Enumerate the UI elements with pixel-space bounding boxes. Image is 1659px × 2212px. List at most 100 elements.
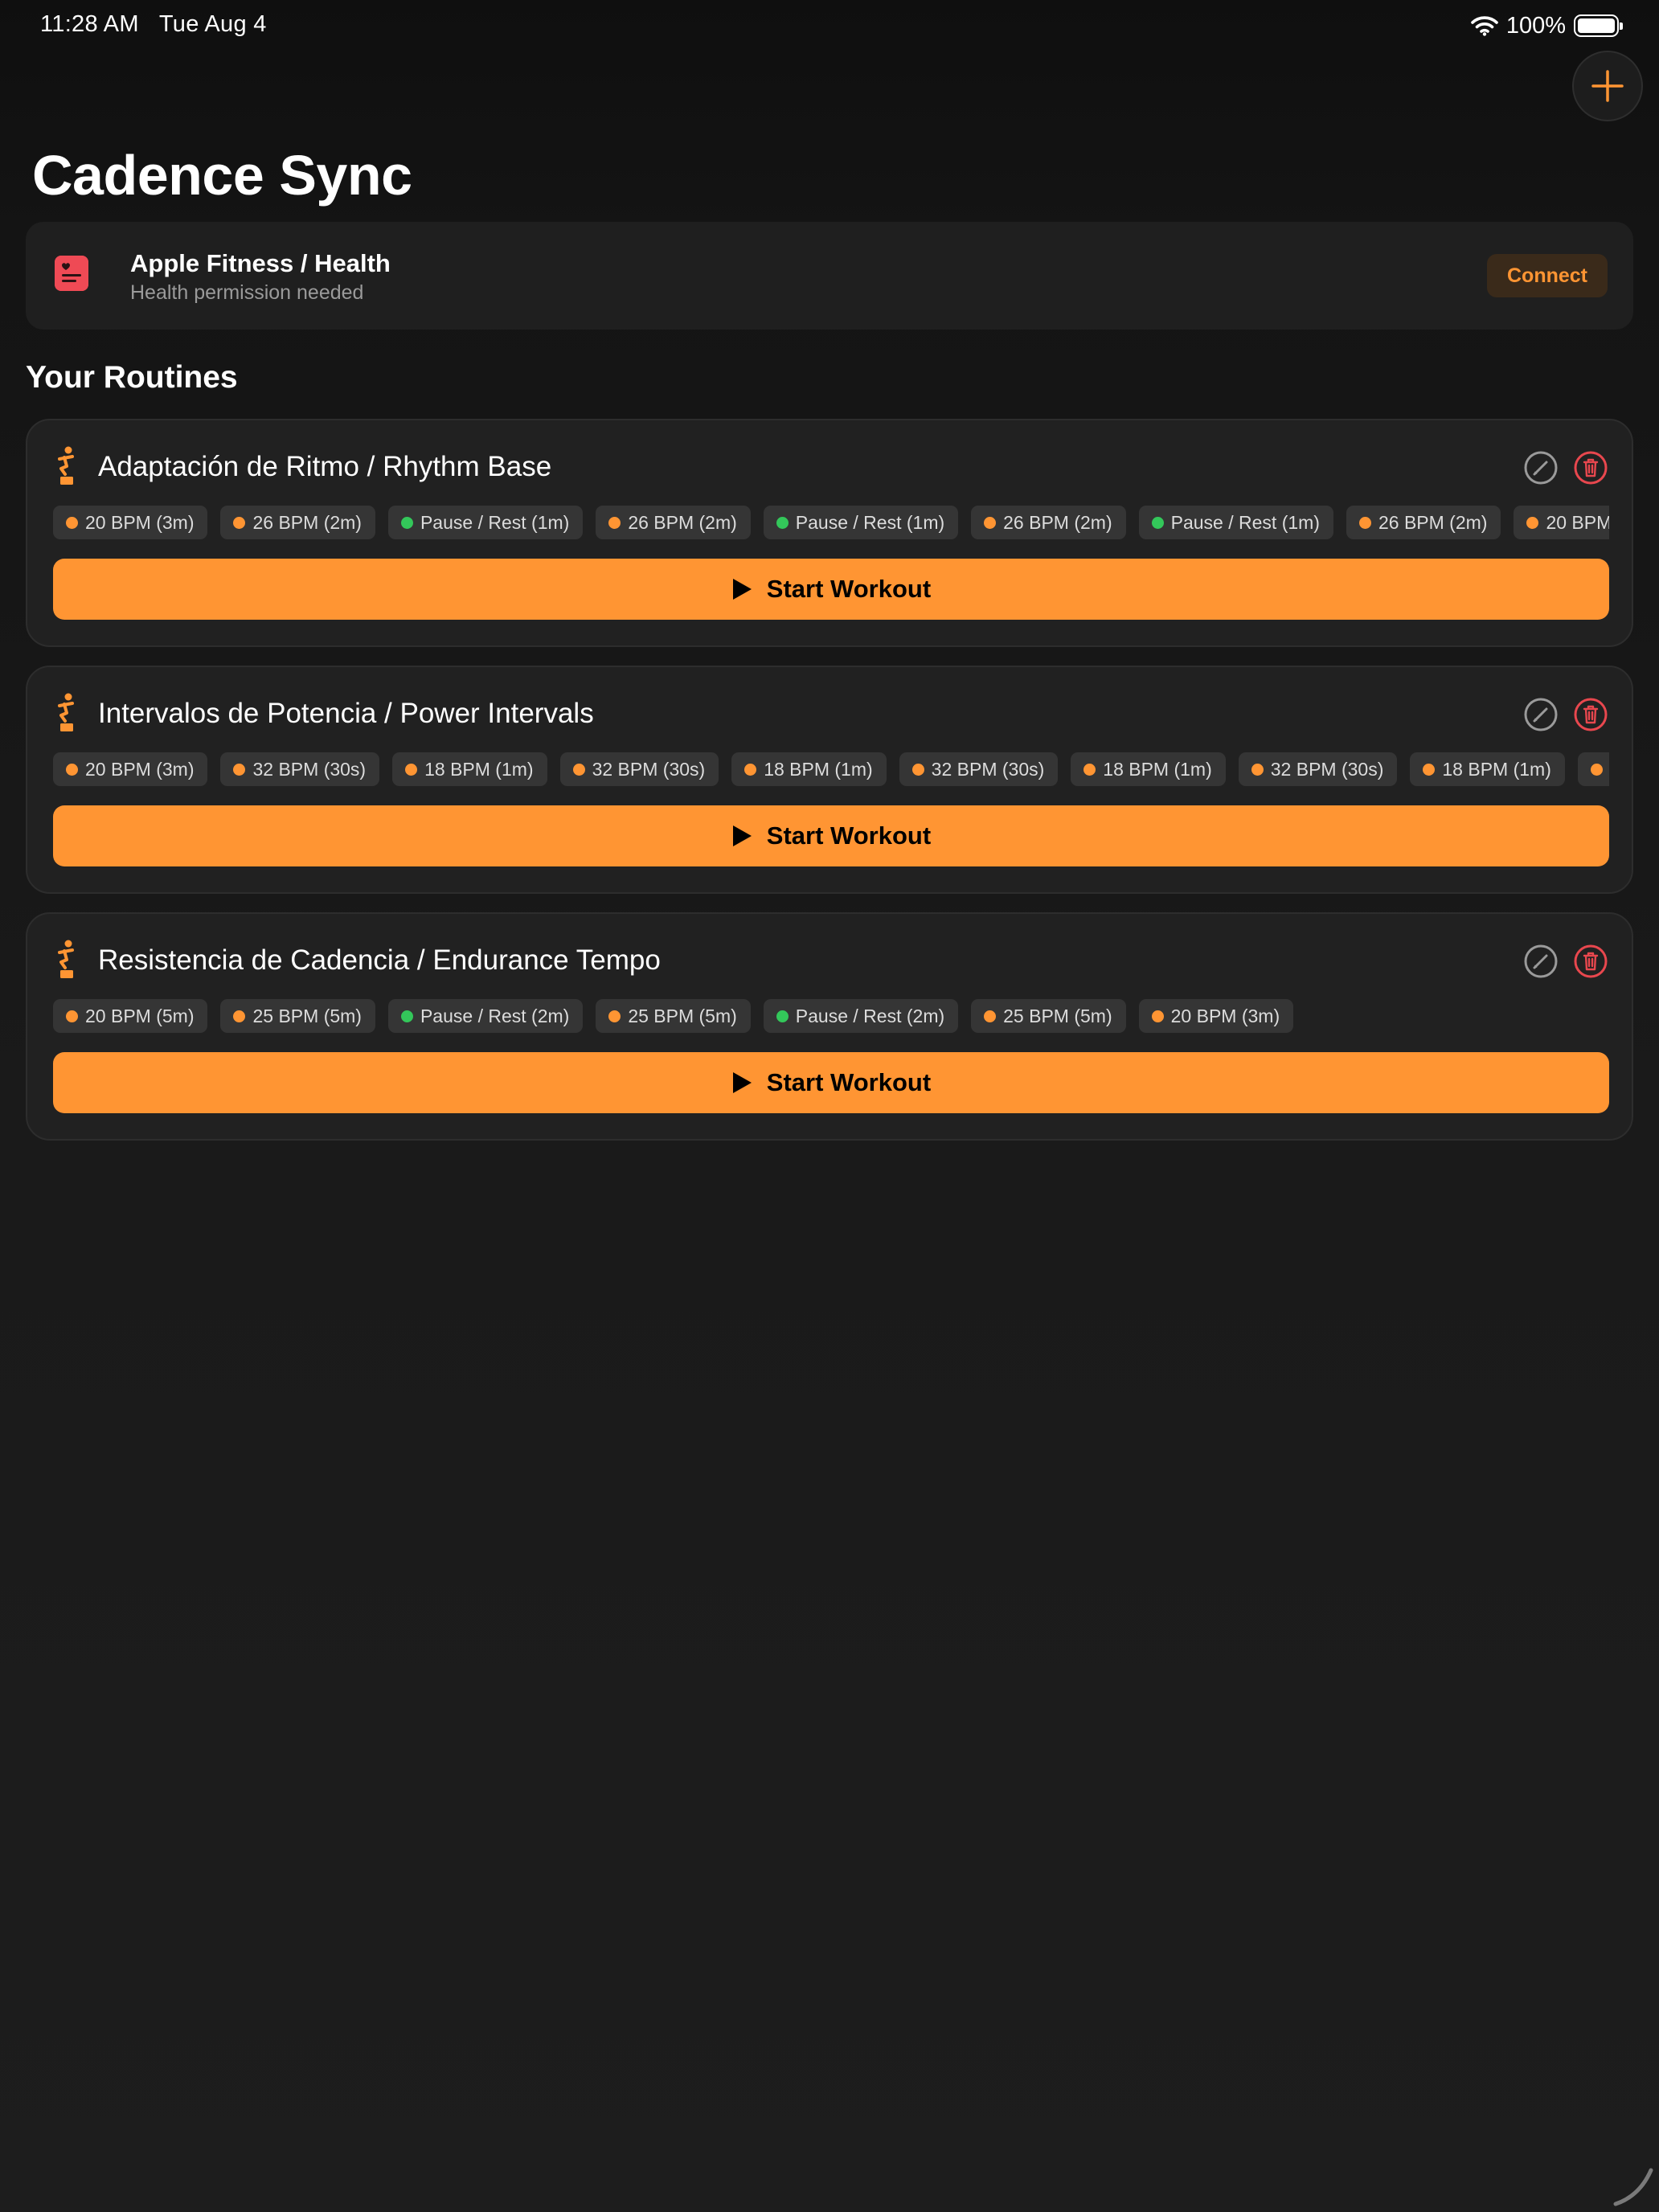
- delete-routine-button[interactable]: [1574, 698, 1608, 731]
- cadence-dot: [744, 763, 757, 776]
- step-label: 18 BPM (1m): [1103, 758, 1212, 780]
- status-date: Tue Aug 4: [158, 11, 267, 37]
- step-label: 26 BPM (2m): [1378, 511, 1488, 533]
- step-label: 25 BPM (5m): [628, 1005, 737, 1026]
- battery-icon: [1574, 14, 1623, 37]
- cadence-dot: [984, 516, 997, 529]
- routine-steps: 20 BPM (3m) 26 BPM (2m) Pause / Rest (1m…: [53, 506, 1609, 541]
- step-label: 25 BPM (5m): [252, 1005, 362, 1026]
- step-label: 32 BPM (30s): [592, 758, 706, 780]
- cadence-dot: [1083, 763, 1096, 776]
- step-chip: 20 BPM: [1514, 506, 1609, 539]
- cadence-dot: [233, 763, 246, 776]
- step-chip: 18 BPM (1m): [731, 752, 887, 786]
- delete-routine-button[interactable]: [1574, 451, 1608, 485]
- routine-steps: 20 BPM (3m) 32 BPM (30s) 18 BPM (1m) 32 …: [53, 752, 1609, 788]
- cadence-dot: [608, 516, 621, 529]
- start-workout-button[interactable]: Start Workout: [53, 559, 1609, 620]
- step-label: 26 BPM (2m): [1003, 511, 1112, 533]
- play-icon: [732, 825, 752, 846]
- stair-stepper-icon: [58, 693, 74, 731]
- rest-dot: [400, 516, 413, 529]
- wifi-icon: [1471, 16, 1498, 36]
- step-chip: 25 BPM (5m): [220, 999, 375, 1033]
- status-indicators: 100%: [1471, 11, 1623, 40]
- step-label: 26 BPM (2m): [252, 511, 362, 533]
- routine-steps: 20 BPM (5m) 25 BPM (5m) Pause / Rest (2m…: [53, 999, 1609, 1034]
- app-screen: 11:28 AM Tue Aug 4 100% Cadence Sync App…: [0, 0, 1659, 2212]
- stair-stepper-icon: [58, 940, 74, 978]
- status-time-date: 11:28 AM Tue Aug 4: [40, 11, 267, 38]
- step-chip: 32 BPM (30s): [1238, 752, 1398, 786]
- routine-name: Adaptación de Ritmo / Rhythm Base: [98, 451, 552, 482]
- cadence-dot: [572, 763, 585, 776]
- step-chip: Pause / Rest (1m): [1138, 506, 1333, 539]
- start-workout-label: Start Workout: [766, 575, 932, 603]
- rest-dot: [400, 1010, 413, 1022]
- step-chip: 18 BPM (1m): [392, 752, 547, 786]
- step-chip: 25 BPM (5m): [971, 999, 1126, 1033]
- page-title: Cadence Sync: [32, 144, 412, 207]
- cadence-dot: [608, 1010, 621, 1022]
- cadence-dot: [66, 763, 78, 776]
- play-icon: [732, 579, 752, 600]
- connect-button[interactable]: Connect: [1487, 254, 1608, 297]
- routine-card: Resistencia de Cadencia / Endurance Temp…: [26, 912, 1633, 1141]
- step-label: Pause / Rest (2m): [420, 1005, 570, 1026]
- cadence-dot: [1251, 763, 1264, 776]
- start-workout-button[interactable]: Start Workout: [53, 805, 1609, 866]
- step-chip: 20 BPM (3m): [1138, 999, 1294, 1033]
- step-chip: Pause / Rest (2m): [763, 999, 959, 1033]
- routine-card: Adaptación de Ritmo / Rhythm Base 20 BPM…: [26, 419, 1633, 647]
- cadence-dot: [1526, 516, 1539, 529]
- step-label: Pause / Rest (1m): [420, 511, 570, 533]
- step-chip: [1577, 752, 1609, 786]
- cadence-dot: [984, 1010, 997, 1022]
- step-chip: 25 BPM (5m): [596, 999, 751, 1033]
- step-chip: 32 BPM (30s): [899, 752, 1059, 786]
- health-title: Apple Fitness / Health: [130, 249, 391, 277]
- start-workout-button[interactable]: Start Workout: [53, 1052, 1609, 1113]
- step-label: 20 BPM (3m): [85, 758, 195, 780]
- step-chip: 20 BPM (3m): [53, 506, 208, 539]
- step-chip: 18 BPM (1m): [1410, 752, 1565, 786]
- step-chip: Pause / Rest (2m): [387, 999, 584, 1033]
- edit-routine-button[interactable]: [1524, 698, 1558, 731]
- routine-name: Intervalos de Potencia / Power Intervals: [98, 698, 594, 729]
- stair-stepper-icon: [58, 446, 74, 485]
- health-connection-card: Apple Fitness / Health Health permission…: [26, 222, 1633, 330]
- step-label: Pause / Rest (1m): [795, 511, 945, 533]
- cadence-dot: [1358, 516, 1371, 529]
- cadence-dot: [66, 1010, 78, 1022]
- start-workout-label: Start Workout: [766, 1068, 932, 1096]
- routine-name: Resistencia de Cadencia / Endurance Temp…: [98, 944, 661, 976]
- step-chip: 26 BPM (2m): [220, 506, 375, 539]
- step-chip: 26 BPM (2m): [1346, 506, 1501, 539]
- delete-routine-button[interactable]: [1574, 944, 1608, 978]
- step-label: 18 BPM (1m): [1442, 758, 1551, 780]
- cadence-dot: [911, 763, 924, 776]
- edit-routine-button[interactable]: [1524, 451, 1558, 485]
- routine-card: Intervalos de Potencia / Power Intervals…: [26, 666, 1633, 894]
- play-icon: [732, 1072, 752, 1093]
- section-title-routines: Your Routines: [26, 360, 238, 395]
- cadence-dot: [1590, 763, 1603, 776]
- add-routine-button[interactable]: [1572, 51, 1643, 121]
- step-label: 32 BPM (30s): [252, 758, 367, 780]
- step-label: 18 BPM (1m): [764, 758, 873, 780]
- cadence-dot: [1151, 1010, 1164, 1022]
- step-chip: Pause / Rest (1m): [387, 506, 584, 539]
- step-label: 26 BPM (2m): [628, 511, 737, 533]
- cadence-dot: [66, 516, 78, 529]
- step-chip: 18 BPM (1m): [1071, 752, 1226, 786]
- cadence-dot: [1423, 763, 1436, 776]
- start-workout-label: Start Workout: [766, 821, 932, 850]
- step-chip: 26 BPM (2m): [596, 506, 751, 539]
- step-label: 32 BPM (30s): [1270, 758, 1384, 780]
- edit-routine-button[interactable]: [1524, 944, 1558, 978]
- step-chip: 32 BPM (30s): [220, 752, 380, 786]
- step-label: Pause / Rest (2m): [795, 1005, 945, 1026]
- scroll-indicator: [1613, 2168, 1653, 2206]
- plus-icon: [1591, 70, 1624, 102]
- step-label: 25 BPM (5m): [1003, 1005, 1112, 1026]
